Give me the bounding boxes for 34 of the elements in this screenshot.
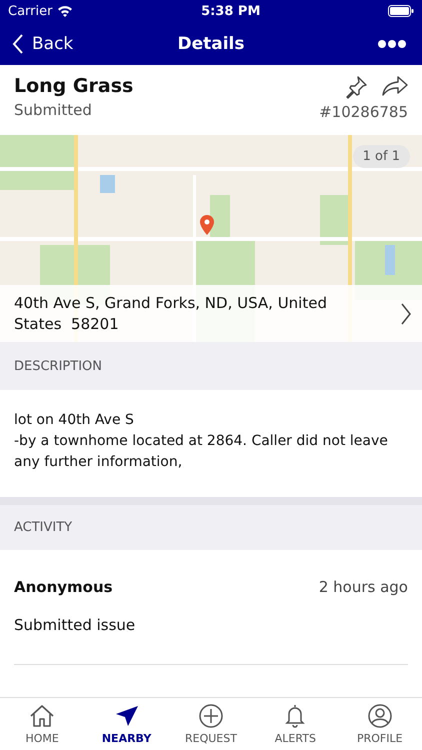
screen-title: Details bbox=[178, 34, 244, 54]
address-bar[interactable]: 40th Ave S, Grand Forks, ND, USA, United States 58201 bbox=[0, 285, 422, 342]
navigation-arrow-icon bbox=[114, 704, 140, 728]
activity-author: Anonymous bbox=[14, 578, 113, 596]
back-label: Back bbox=[32, 34, 74, 54]
carrier-name: Carrier bbox=[8, 4, 52, 18]
tab[interactable]: REQUEST bbox=[170, 698, 251, 750]
address-text: 40th Ave S, Grand Forks, ND, USA, United States 58201 bbox=[14, 292, 328, 334]
tab[interactable]: HOME bbox=[2, 698, 82, 750]
profile-icon bbox=[366, 704, 393, 728]
issue-number: #10286785 bbox=[319, 103, 408, 121]
chevron-left-icon bbox=[12, 32, 24, 54]
description-text: lot on 40th Ave S bbox=[14, 411, 135, 430]
tab[interactable]: PROFILE bbox=[340, 698, 420, 750]
description-text: -by a townhome located at 2864. Caller did not leave any further information, bbox=[14, 432, 389, 472]
battery-icon bbox=[388, 5, 414, 17]
section-heading: ACTIVITY bbox=[14, 520, 72, 535]
tab[interactable]: ALERTS bbox=[255, 698, 336, 750]
share-icon[interactable] bbox=[382, 75, 408, 97]
pin-icon[interactable] bbox=[344, 75, 368, 99]
page-counter: 1 of 1 bbox=[352, 145, 410, 168]
issue-status: Submitted bbox=[14, 101, 93, 119]
chevron-right-icon bbox=[400, 302, 412, 326]
back-button[interactable]: Back bbox=[12, 32, 74, 54]
add-icon bbox=[198, 704, 224, 728]
tab[interactable]: NEARBY bbox=[86, 698, 167, 750]
clock-time: 5:38 PM bbox=[201, 4, 260, 18]
more-icon[interactable] bbox=[378, 40, 406, 48]
wifi-icon bbox=[57, 5, 74, 17]
home-icon bbox=[29, 704, 56, 728]
section-heading: DESCRIPTION bbox=[14, 358, 102, 374]
issue-title: Long Grass bbox=[14, 75, 134, 97]
activity-time: 2 hours ago bbox=[318, 578, 408, 596]
activity-text: Submitted issue bbox=[14, 616, 136, 634]
